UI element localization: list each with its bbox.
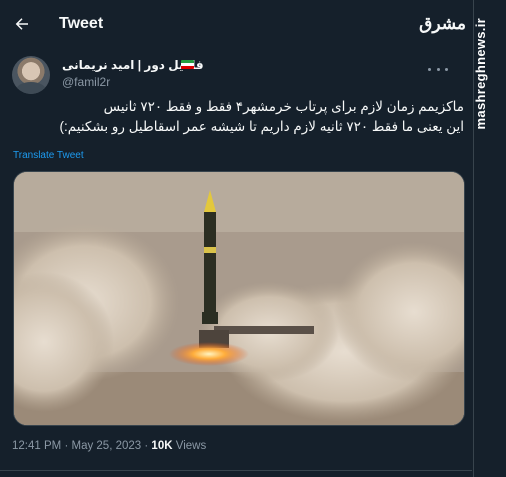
more-options-button[interactable]	[428, 62, 448, 76]
tweet-line: ماکزیمم زمان لازم برای پرتاب خرمشهر۴ فقط…	[103, 99, 464, 114]
avatar[interactable]	[12, 56, 50, 94]
author-handle[interactable]: @famil2r	[62, 75, 110, 89]
top-bar: Tweet	[0, 0, 472, 52]
tweet-time[interactable]: 12:41 PM	[12, 440, 61, 452]
back-button[interactable]	[11, 13, 33, 35]
meta-separator: ·	[64, 440, 69, 452]
views-count: 10K	[151, 440, 173, 452]
column-divider	[473, 0, 474, 477]
tweet-meta: 12:41 PM · May 25, 2023 · 10K Views	[12, 440, 206, 452]
translate-tweet-link[interactable]: Translate Tweet	[13, 150, 84, 161]
views-label: Views	[175, 440, 207, 452]
divider	[0, 470, 472, 471]
page-title: Tweet	[59, 15, 104, 32]
tweet-line: این یعنی ما فقط ۷۲۰ ثانیه لازم داریم تا …	[59, 119, 464, 134]
tweet-body: ماکزیمم زمان لازم برای پرتاب خرمشهر۴ فقط…	[12, 97, 464, 137]
iran-flag-icon	[181, 60, 194, 69]
tweet-image[interactable]	[13, 171, 465, 426]
tweet-date[interactable]: May 25, 2023	[71, 440, 141, 452]
meta-separator: ·	[144, 440, 149, 452]
watermark-logo: مشرق	[419, 14, 466, 34]
more-dots-icon	[428, 67, 431, 71]
watermark-site-text: mashreghnews.ir	[473, 18, 488, 130]
arrow-left-icon	[15, 18, 28, 30]
missile-launch-image	[14, 172, 464, 425]
